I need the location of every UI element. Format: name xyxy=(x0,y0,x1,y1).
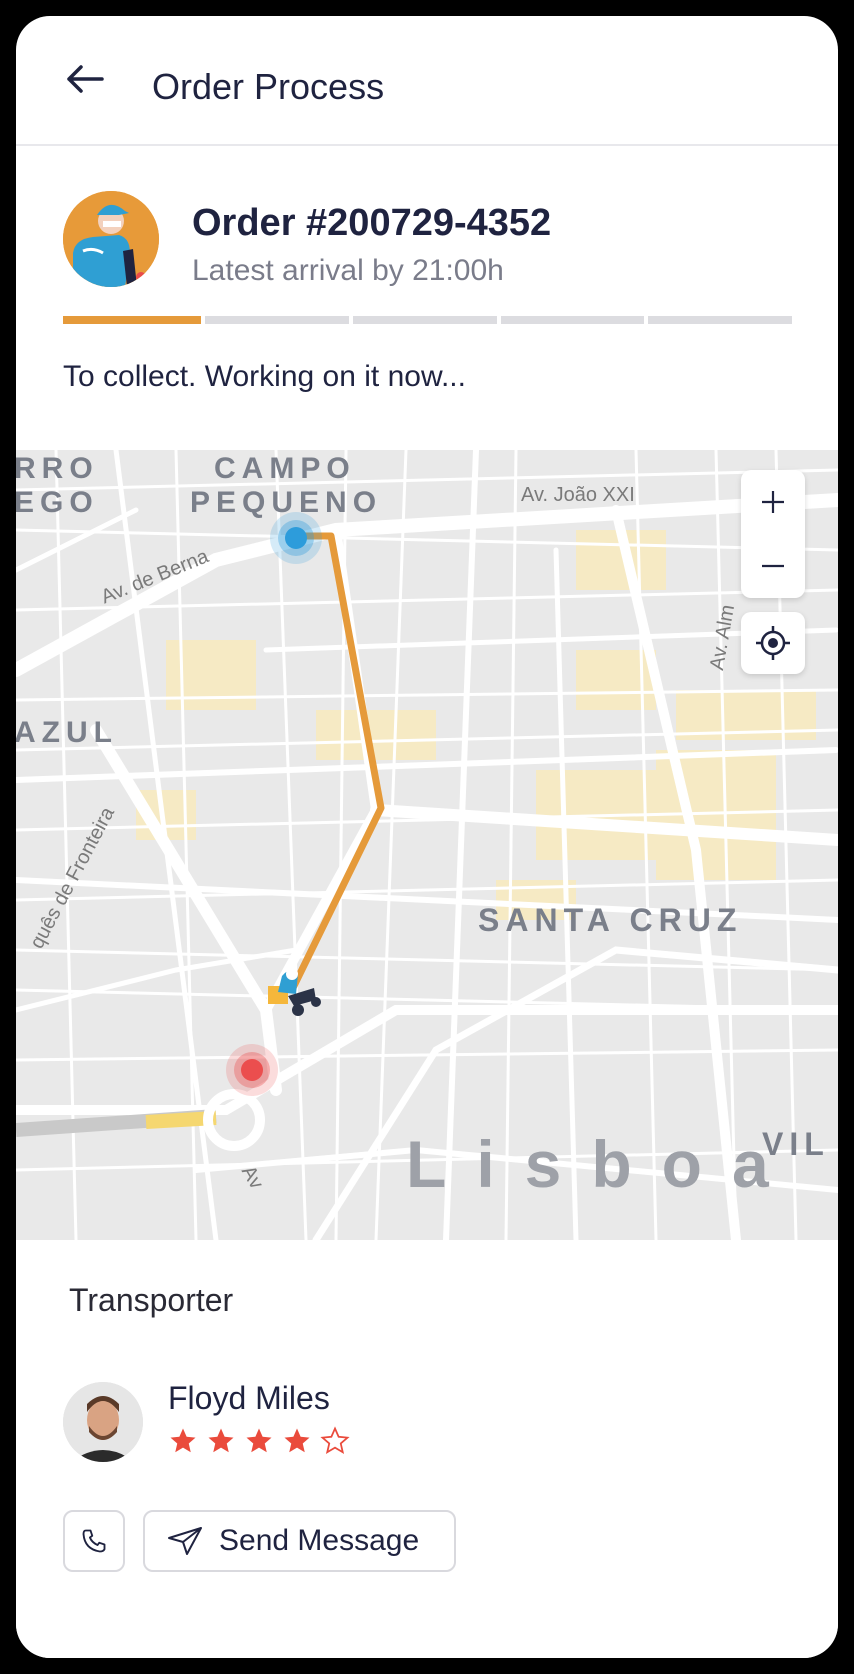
send-message-label: Send Message xyxy=(219,1524,420,1557)
map-label-azul: AZUL xyxy=(16,716,118,749)
map-label-vil: VIL xyxy=(762,1126,830,1162)
minus-icon xyxy=(762,564,784,568)
progress-step xyxy=(352,316,497,324)
send-icon xyxy=(168,1527,202,1555)
page-title: Order Process xyxy=(152,66,385,107)
star-filled-icon xyxy=(170,1428,196,1453)
arrow-left-icon xyxy=(67,65,104,93)
map-label-lisboa: Lisboa xyxy=(406,1127,799,1201)
order-status-text: To collect. Working on it now... xyxy=(63,360,466,393)
zoom-out-button[interactable] xyxy=(741,534,805,598)
transporter-section: Transporter Floyd Miles Send Message xyxy=(16,1240,838,1658)
transporter-heading: Transporter xyxy=(69,1282,234,1318)
zoom-in-button[interactable] xyxy=(741,470,805,534)
map-label-pequeno: PEQUENO xyxy=(190,486,383,519)
zoom-controls xyxy=(741,470,805,598)
progress-step xyxy=(648,316,792,324)
progress-step-done xyxy=(63,316,201,324)
star-outline-icon xyxy=(320,1426,350,1455)
courier-avatar xyxy=(63,191,159,287)
progress-step xyxy=(205,316,349,324)
map-label-santa-cruz: SANTA CRUZ xyxy=(478,902,743,938)
phone-icon xyxy=(82,1529,106,1553)
map-label-campo: CAMPO xyxy=(214,452,356,485)
crosshair-icon xyxy=(756,626,790,660)
map-label-ego: EGO xyxy=(16,486,99,519)
map-label-rro: RRO xyxy=(16,452,99,485)
arrival-time: Latest arrival by 21:00h xyxy=(192,254,504,287)
header: Order Process xyxy=(16,16,838,146)
star-filled-icon xyxy=(246,1428,272,1453)
send-message-button[interactable]: Send Message xyxy=(143,1510,456,1572)
app-frame: Order Process Order #200729-4352 Latest … xyxy=(16,16,838,1658)
transporter-avatar xyxy=(63,1382,143,1462)
call-button[interactable] xyxy=(63,1510,125,1572)
street-label-joao: Av. João XXI xyxy=(521,484,635,506)
progress-step xyxy=(500,316,645,324)
transporter-rating xyxy=(168,1426,350,1456)
star-filled-icon xyxy=(284,1428,310,1453)
map-background xyxy=(16,450,838,1240)
order-progress-bar xyxy=(63,316,792,324)
my-location-button[interactable] xyxy=(741,612,805,674)
route-map[interactable]: CAMPO PEQUENO RRO EGO AZUL SANTA CRUZ Li… xyxy=(16,450,838,1240)
order-number: Order #200729-4352 xyxy=(192,202,552,244)
transporter-name: Floyd Miles xyxy=(168,1380,330,1416)
back-button[interactable] xyxy=(60,56,110,102)
star-filled-icon xyxy=(208,1428,234,1453)
plus-icon xyxy=(762,491,784,513)
